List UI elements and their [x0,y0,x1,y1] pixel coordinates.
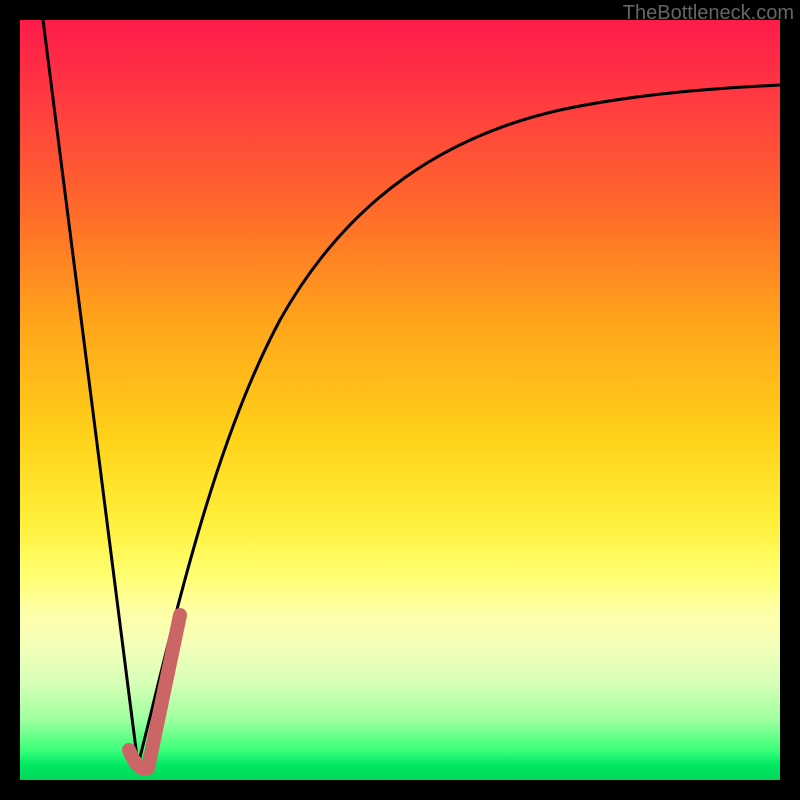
attribution-text: TheBottleneck.com [623,2,794,25]
curve-right-branch [138,85,780,765]
curve-left-branch [43,20,138,765]
plot-area [20,20,780,780]
chart-svg [20,20,780,780]
